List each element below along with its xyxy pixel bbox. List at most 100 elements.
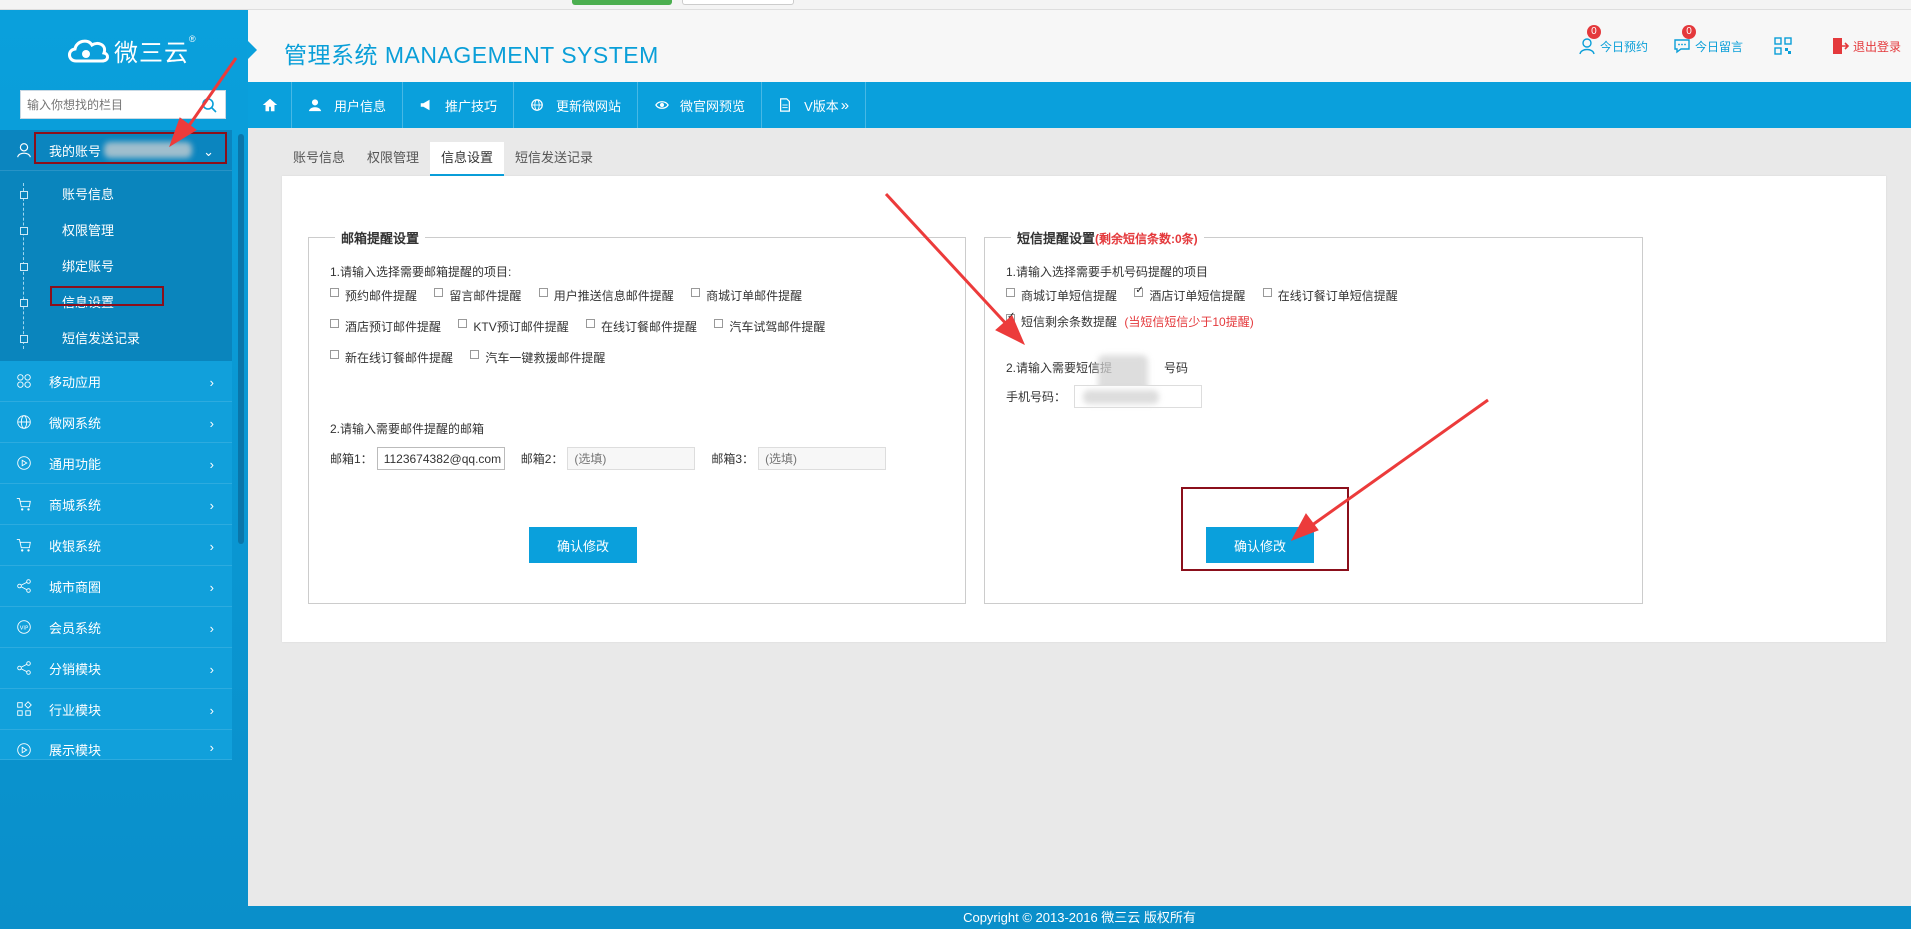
email-option-new-food[interactable]: 新在线订餐邮件提醒 bbox=[330, 349, 453, 366]
sidebar-item-city-circle[interactable]: 城市商圈 › bbox=[0, 566, 232, 607]
system-title: 管理系统 MANAGEMENT SYSTEM bbox=[284, 42, 659, 68]
email-legend: 邮箱提醒设置 bbox=[341, 231, 420, 246]
sidebar: 微三云 ® 我的账号 ⌄ 账号信息 权限管理 绑定账号 信息设置 短信发送记录 … bbox=[0, 10, 248, 929]
sidebar-item-micro-site[interactable]: 微网系统 › bbox=[0, 402, 232, 443]
play-circle-icon bbox=[14, 740, 34, 759]
email-option-booking[interactable]: 预约邮件提醒 bbox=[330, 287, 417, 304]
email-option-mall-order[interactable]: 商城订单邮件提醒 bbox=[691, 287, 802, 304]
green-button[interactable] bbox=[572, 0, 672, 5]
email-step2: 2.请输入需要邮件提醒的邮箱 bbox=[330, 422, 485, 436]
document-icon bbox=[778, 97, 794, 113]
redacted-phone bbox=[1083, 390, 1160, 404]
sub-item-account-info[interactable]: 账号信息 bbox=[0, 175, 232, 211]
email2-input[interactable] bbox=[567, 447, 696, 470]
sidebar-item-member[interactable]: VIP 会员系统 › bbox=[0, 607, 232, 648]
sms-option-food-order[interactable]: 在线订餐订单短信提醒 bbox=[1262, 287, 1398, 304]
nav-label: 用户信息 bbox=[334, 98, 387, 114]
sidebar-item-label: 展示模块 bbox=[49, 743, 102, 758]
checkbox[interactable] bbox=[330, 319, 339, 328]
sub-item-bind-account[interactable]: 绑定账号 bbox=[0, 247, 232, 283]
cart-icon bbox=[14, 494, 34, 514]
sidebar-item-distribution[interactable]: 分销模块 › bbox=[0, 648, 232, 689]
megaphone-icon bbox=[419, 97, 435, 113]
phone-input[interactable] bbox=[1074, 385, 1203, 408]
sms-option-remain[interactable]: 短信剩余条数提醒 bbox=[1006, 311, 1117, 330]
today-booking-link[interactable]: 0 今日预约 bbox=[1577, 25, 1648, 56]
header: 管理系统 MANAGEMENT SYSTEM 0 今日预约 0 今日留言 退出登… bbox=[247, 10, 1911, 82]
nav-site-preview[interactable]: 微官网预览 bbox=[638, 82, 763, 128]
nav-user-info[interactable]: 用户信息 bbox=[292, 82, 404, 128]
email-option-testdrive[interactable]: 汽车试驾邮件提醒 bbox=[714, 318, 825, 335]
chevron-right-icon: › bbox=[209, 703, 214, 718]
qrcode-link[interactable] bbox=[1773, 36, 1796, 56]
sidebar-scrollbar[interactable] bbox=[238, 134, 244, 544]
sidebar-item-label: 微网系统 bbox=[49, 415, 102, 431]
chevron-down-icon: ⌄ bbox=[203, 144, 214, 159]
chevron-right-icon: › bbox=[209, 498, 214, 513]
email-inputs-row: 邮箱1： 邮箱2： 邮箱3： bbox=[330, 447, 902, 470]
logout-link[interactable]: 退出登录 bbox=[1830, 36, 1901, 56]
checkbox[interactable] bbox=[586, 319, 596, 328]
nav-update-site[interactable]: 更新微网站 bbox=[514, 82, 639, 128]
tab-permission[interactable]: 权限管理 bbox=[356, 142, 430, 176]
nav-promotion-tips[interactable]: 推广技巧 bbox=[403, 82, 515, 128]
sms-remain-note: (当短信短信少于10提醒) bbox=[1124, 315, 1254, 329]
email-options-row-1: 预约邮件提醒 留言邮件提醒 用户推送信息邮件提醒 商城订单邮件提醒 bbox=[330, 287, 816, 304]
checkbox-checked[interactable] bbox=[1006, 311, 1015, 323]
tab-sms-log[interactable]: 短信发送记录 bbox=[504, 142, 604, 176]
content-tabs: 账号信息 权限管理 信息设置 短信发送记录 bbox=[282, 142, 604, 176]
sidebar-item-my-account[interactable]: 我的账号 ⌄ bbox=[0, 130, 232, 171]
tab-info-settings[interactable]: 信息设置 bbox=[430, 142, 505, 176]
checkbox[interactable] bbox=[330, 350, 339, 359]
nav-version[interactable]: V版本 » bbox=[762, 82, 867, 128]
sms-option-hotel-order[interactable]: 酒店订单短信提醒 bbox=[1134, 285, 1245, 304]
home-button[interactable] bbox=[248, 82, 292, 128]
sidebar-search-input[interactable] bbox=[21, 97, 191, 112]
sidebar-item-industry[interactable]: 行业模块 › bbox=[0, 689, 232, 730]
sms-legend: 短信提醒设置(剩余短信条数:0条) bbox=[1017, 231, 1198, 246]
checkbox[interactable] bbox=[1006, 288, 1015, 297]
white-button[interactable] bbox=[682, 0, 794, 5]
checkbox[interactable] bbox=[1262, 288, 1272, 297]
sub-item-permission[interactable]: 权限管理 bbox=[0, 211, 232, 247]
email-option-hotel[interactable]: 酒店预订邮件提醒 bbox=[330, 318, 441, 335]
email-submit-button[interactable]: 确认修改 bbox=[529, 527, 637, 563]
email-option-rescue[interactable]: 汽车一键救援邮件提醒 bbox=[470, 349, 605, 366]
sub-item-info-settings[interactable]: 信息设置 bbox=[0, 283, 232, 319]
email3-label: 邮箱3： bbox=[711, 452, 755, 466]
sidebar-item-mobile-apps[interactable]: 移动应用 › bbox=[0, 361, 232, 402]
checkbox[interactable] bbox=[538, 288, 548, 297]
checkbox[interactable] bbox=[458, 319, 468, 328]
sidebar-item-mall[interactable]: 商城系统 › bbox=[0, 484, 232, 525]
email-option-food[interactable]: 在线订餐邮件提醒 bbox=[586, 318, 697, 335]
checkbox[interactable] bbox=[470, 350, 480, 359]
email-option-ktv[interactable]: KTV预订邮件提醒 bbox=[458, 318, 569, 335]
email-option-message[interactable]: 留言邮件提醒 bbox=[434, 287, 521, 304]
phone-row: 手机号码： bbox=[1006, 385, 1203, 408]
chevron-right-icon: › bbox=[209, 662, 214, 677]
today-message-link[interactable]: 0 今日留言 bbox=[1672, 25, 1743, 56]
checkbox[interactable] bbox=[434, 288, 444, 297]
sidebar-item-cashier[interactable]: 收银系统 › bbox=[0, 525, 232, 566]
email3-input[interactable] bbox=[758, 447, 887, 470]
checkbox-checked[interactable] bbox=[1134, 285, 1144, 297]
sms-options-row: 商城订单短信提醒 酒店订单短信提醒 在线订餐订单短信提醒 bbox=[1006, 285, 1412, 304]
apps-icon bbox=[14, 371, 34, 391]
email1-label: 邮箱1： bbox=[330, 452, 373, 466]
sms-option-mall-order[interactable]: 商城订单短信提醒 bbox=[1006, 287, 1117, 304]
checkbox[interactable] bbox=[714, 319, 724, 328]
search-icon[interactable] bbox=[201, 97, 217, 113]
tab-account-info[interactable]: 账号信息 bbox=[282, 142, 356, 176]
sidebar-item-label: 移动应用 bbox=[49, 374, 102, 390]
email1-input[interactable] bbox=[376, 447, 505, 470]
chevron-right-icon: › bbox=[209, 539, 214, 554]
checkbox[interactable] bbox=[691, 288, 701, 297]
sidebar-item-display[interactable]: 展示模块 › bbox=[0, 730, 232, 760]
email2-label: 邮箱2： bbox=[520, 452, 564, 466]
sms-step1: 1.请输入选择需要手机号码提醒的项目 bbox=[1006, 265, 1209, 279]
checkbox[interactable] bbox=[330, 288, 339, 297]
sms-submit-button[interactable]: 确认修改 bbox=[1206, 527, 1314, 563]
sidebar-item-common[interactable]: 通用功能 › bbox=[0, 443, 232, 484]
email-option-push[interactable]: 用户推送信息邮件提醒 bbox=[538, 287, 674, 304]
sub-item-sms-log[interactable]: 短信发送记录 bbox=[0, 319, 232, 355]
